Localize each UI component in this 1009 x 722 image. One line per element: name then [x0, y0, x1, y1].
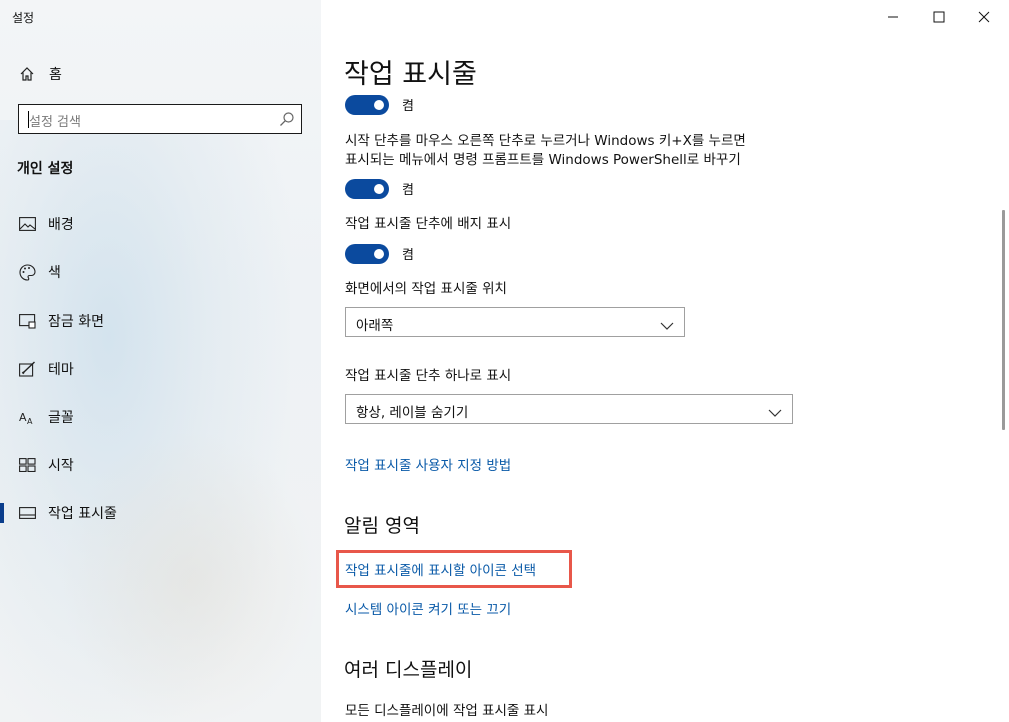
search-input[interactable]: 설정 검색: [18, 104, 302, 134]
sidebar: 설정 홈 설정 검색 개인 설정 배경 색 잠금 화면 테마 A A 글꼴 시작…: [0, 0, 321, 722]
minimize-icon: [888, 16, 898, 18]
toggle-state: 켬: [402, 183, 414, 198]
toggle-switch[interactable]: [345, 244, 389, 264]
sidebar-item-label: 잠금 화면: [48, 314, 104, 330]
sidebar-item-label: 글꼴: [48, 410, 74, 426]
toggle-1[interactable]: 켬: [345, 95, 445, 115]
sidebar-item-home[interactable]: 홈: [0, 56, 321, 92]
toggle-switch[interactable]: [345, 95, 389, 115]
taskbar-position-dropdown[interactable]: 아래쪽: [345, 307, 685, 337]
lock-screen-icon: [18, 312, 36, 330]
dropdown-value: 아래쪽: [356, 318, 394, 334]
search-placeholder: 설정 검색: [29, 115, 81, 130]
scrollbar[interactable]: [1002, 210, 1005, 430]
sidebar-item-taskbar[interactable]: 작업 표시줄: [0, 495, 321, 531]
toggle-powershell[interactable]: 켬: [345, 179, 445, 199]
sidebar-item-label: 색: [48, 265, 61, 281]
close-icon: [978, 11, 990, 23]
toggle-state: 켬: [402, 99, 414, 114]
toggle-state: 켬: [402, 248, 414, 263]
section-title: 개인 설정: [17, 161, 74, 177]
sidebar-item-background[interactable]: 배경: [0, 206, 321, 242]
sidebar-item-label: 테마: [48, 362, 74, 378]
option-label: 시작 단추를 마우스 오른쪽 단추로 누르거나 Windows 키+X를 누르면: [345, 133, 746, 149]
sidebar-item-label: 홈: [49, 67, 62, 83]
combine-buttons-dropdown[interactable]: 항상, 레이블 숨기기: [345, 394, 793, 424]
option-label: 화면에서의 작업 표시줄 위치: [345, 281, 507, 297]
chevron-down-icon: [660, 316, 674, 330]
maximize-icon: [933, 11, 945, 23]
option-label: 표시되는 메뉴에서 명령 프롬프트를 Windows PowerShell로 바…: [345, 152, 741, 168]
taskbar-icon: [18, 504, 36, 522]
dropdown-value: 항상, 레이블 숨기기: [356, 405, 469, 421]
search-icon[interactable]: [279, 111, 295, 127]
sidebar-item-label: 시작: [48, 458, 74, 474]
page-title: 작업 표시줄: [344, 59, 477, 90]
toggle-switch[interactable]: [345, 179, 389, 199]
sidebar-item-start[interactable]: 시작: [0, 447, 321, 483]
sidebar-item-label: 작업 표시줄: [48, 506, 117, 522]
minimize-button[interactable]: [870, 0, 916, 34]
svg-text:A: A: [27, 417, 33, 425]
active-indicator: [0, 503, 4, 523]
chevron-down-icon: [768, 403, 782, 417]
customize-taskbar-link[interactable]: 작업 표시줄 사용자 지정 방법: [345, 454, 511, 474]
select-taskbar-icons-link[interactable]: 작업 표시줄에 표시할 아이콘 선택: [345, 559, 536, 579]
sidebar-item-color[interactable]: 색: [0, 254, 321, 290]
sidebar-item-lock-screen[interactable]: 잠금 화면: [0, 303, 321, 339]
start-icon: [18, 456, 36, 474]
sidebar-item-label: 배경: [48, 217, 74, 233]
maximize-button[interactable]: [916, 0, 962, 34]
sidebar-item-theme[interactable]: 테마: [0, 351, 321, 387]
option-label: 모든 디스플레이에 작업 표시줄 표시: [345, 703, 549, 719]
close-button[interactable]: [961, 0, 1007, 34]
sidebar-item-fonts[interactable]: AA 글꼴: [0, 399, 321, 435]
notification-area-heading: 알림 영역: [344, 515, 420, 537]
option-label: 작업 표시줄 단추 하나로 표시: [345, 368, 512, 384]
option-label: 작업 표시줄 단추에 배지 표시: [345, 216, 512, 232]
font-icon: AA: [18, 408, 36, 426]
palette-icon: [18, 263, 36, 281]
system-icons-link[interactable]: 시스템 아이콘 켜기 또는 끄기: [345, 598, 511, 618]
image-icon: [18, 215, 36, 233]
theme-icon: [18, 360, 36, 378]
svg-text:A: A: [19, 411, 27, 424]
multiple-displays-heading: 여러 디스플레이: [344, 659, 473, 681]
app-title: 설정: [12, 11, 35, 25]
toggle-badges[interactable]: 켬: [345, 244, 445, 264]
home-icon: [18, 65, 36, 83]
